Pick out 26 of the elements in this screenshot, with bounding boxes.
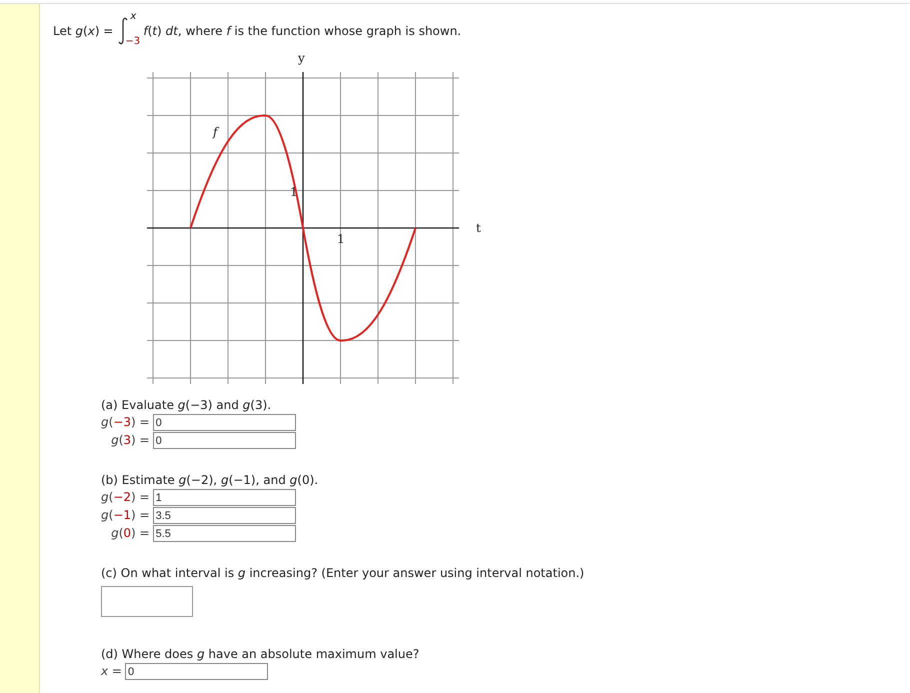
y-axis-label: y [298,52,305,64]
answer-field[interactable] [101,586,193,617]
question-text: (c) On what interval is g increasing? (Enter your answer using interval notation.) [101,565,584,582]
answer-field[interactable]: 0 [124,663,268,680]
answer-label: g(−2) = [101,489,150,506]
answer-field[interactable]: 5.5 [152,525,296,542]
answer-label: g(−1) = [101,507,150,524]
question-text: (d) Where does g have an absolute maximum value? [101,646,420,663]
answer-label: g(3) = [110,432,150,449]
answer-label: g(−3) = [101,414,150,431]
answer-field[interactable]: 0 [152,414,296,431]
answer-field[interactable]: 3.5 [152,507,296,524]
t-axis-label: t [476,222,481,234]
answer-field[interactable]: 1 [152,489,296,506]
integral-upper-limit: x [130,12,136,22]
problem-text: Let g(x) = [53,23,114,40]
tick-label: 1 [337,233,345,245]
answer-label: g(0) = [110,525,150,542]
integrand-text: f(t) dt, [143,23,182,40]
integral-lower-limit: −3 [125,37,140,47]
question-text: (a) Evaluate g(−3) and g(3). [101,397,272,414]
answer-label: x = [101,663,122,680]
problem-text: where f is the function whose graph is shown. [186,23,462,40]
answer-field[interactable]: 0 [152,432,296,449]
question-text: (b) Estimate g(−2), g(−1), and g(0). [101,472,320,489]
curve-label: f [213,126,218,138]
